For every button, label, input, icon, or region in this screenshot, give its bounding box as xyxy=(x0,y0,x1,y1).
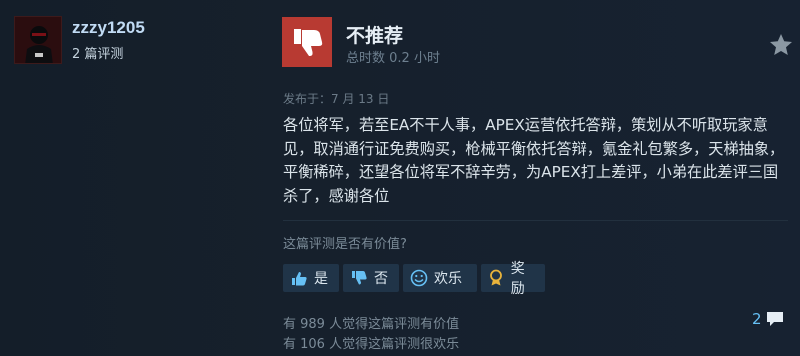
no-button[interactable]: 否 xyxy=(343,264,399,292)
yes-button[interactable]: 是 xyxy=(283,264,339,292)
funny-count: 有 106 人觉得这篇评测很欢乐 xyxy=(283,337,460,352)
author-name[interactable]: zzzy1205 xyxy=(72,18,145,38)
review-verdict: 不推荐 xyxy=(346,25,404,47)
star-award-icon[interactable] xyxy=(768,32,794,58)
posted-date: 发布于：7 月 13 日 xyxy=(283,92,390,106)
review-page: zzzy1205 2 篇评测 不推荐 总时数 0.2 小时 发布于：7 月 13… xyxy=(0,0,800,356)
no-label: 否 xyxy=(374,271,388,287)
comment-bubble-icon xyxy=(766,312,783,326)
funny-button[interactable]: 欢乐 xyxy=(403,264,477,292)
funny-label: 欢乐 xyxy=(434,271,462,287)
comments-link[interactable]: 2 xyxy=(752,309,785,329)
avatar[interactable] xyxy=(14,16,62,64)
thumbs-down-icon xyxy=(282,17,332,67)
award-ribbon-icon xyxy=(487,268,506,288)
smiley-icon xyxy=(409,268,429,288)
playtime-hours: 总时数 0.2 小时 xyxy=(346,51,440,66)
author-block: zzzy1205 2 篇评测 xyxy=(14,16,264,76)
helpful-question: 这篇评测是否有价值? xyxy=(283,237,407,252)
review-body: 各位将军，若至EA不干人事，APEX运营依托答辩，策划从不听取玩家意见，取消通行… xyxy=(283,116,785,205)
author-review-count[interactable]: 2 篇评测 xyxy=(72,43,123,62)
helpful-count: 有 989 人觉得这篇评测有价值 xyxy=(283,317,460,332)
award-button[interactable]: 奖励 xyxy=(481,261,545,297)
thumbs-up-icon xyxy=(289,268,309,288)
award-label: 奖励 xyxy=(510,261,525,297)
divider xyxy=(283,220,788,221)
comment-count: 2 xyxy=(752,310,762,328)
yes-label: 是 xyxy=(314,271,328,287)
thumbs-down-icon xyxy=(349,268,369,288)
